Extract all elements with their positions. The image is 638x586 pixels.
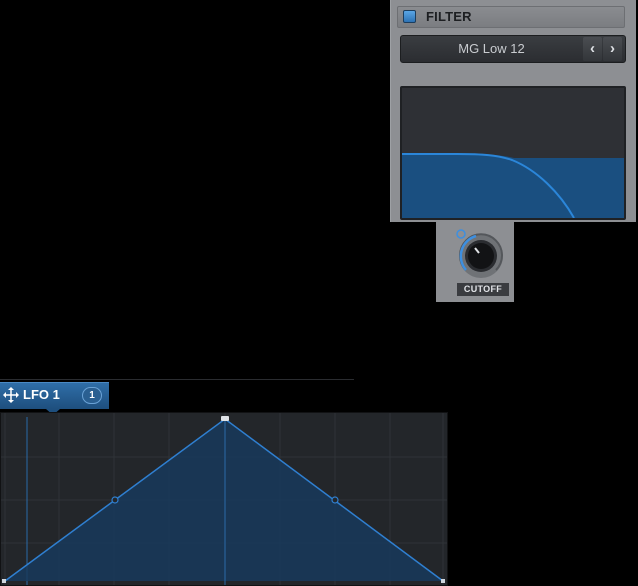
filter-prev-button[interactable]: ‹ <box>583 37 602 61</box>
lfo-index-badge[interactable]: 1 <box>82 387 102 404</box>
lfo-peak-node <box>221 416 229 421</box>
lfo-node <box>331 496 339 504</box>
filter-title: FILTER <box>426 9 472 24</box>
cutoff-knob[interactable] <box>452 226 508 282</box>
filter-type-label[interactable]: MG Low 12 <box>403 35 580 63</box>
move-icon[interactable] <box>3 387 19 403</box>
lfo-title: LFO 1 <box>23 387 60 402</box>
filter-response-display[interactable] <box>400 86 626 220</box>
filter-response-graph <box>402 153 624 218</box>
lfo-divider <box>0 379 354 380</box>
lfo-node <box>111 496 119 504</box>
filter-next-button[interactable]: › <box>603 37 622 61</box>
lfo-end-node <box>441 579 445 583</box>
knob-icon <box>456 229 503 278</box>
lfo-waveform-editor[interactable] <box>0 412 448 586</box>
lfo-waveform-graph <box>1 413 447 585</box>
cutoff-label: CUTOFF <box>463 284 503 294</box>
filter-enable-checkbox[interactable] <box>403 10 416 23</box>
lfo-start-node <box>2 579 6 583</box>
